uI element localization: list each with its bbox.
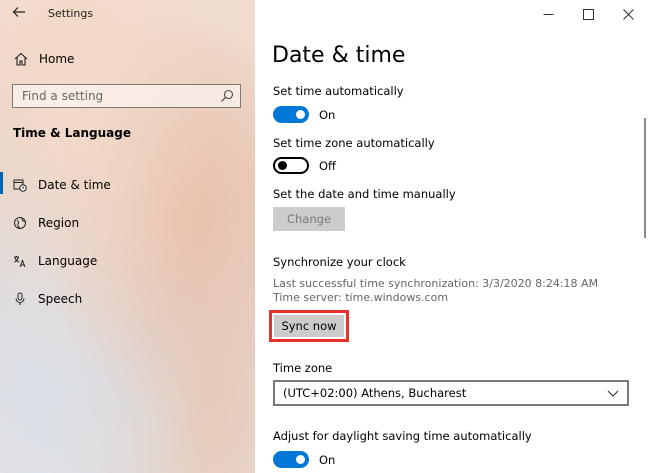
set-time-auto-label: Set time automatically (273, 84, 404, 98)
home-nav-item[interactable]: Home (13, 50, 74, 68)
search-input[interactable] (22, 89, 212, 103)
close-icon (622, 8, 634, 20)
sidebar: Settings Home Time & Language Date & tim… (0, 0, 255, 473)
dst-toggle[interactable] (273, 451, 309, 468)
back-arrow-icon[interactable] (10, 5, 28, 23)
timezone-select[interactable]: (UTC+02:00) Athens, Bucharest (273, 380, 629, 406)
set-timezone-auto-label: Set time zone automatically (273, 136, 435, 150)
app-title: Settings (48, 7, 94, 20)
timezone-label: Time zone (273, 361, 333, 375)
set-timezone-auto-toggle[interactable] (273, 157, 309, 174)
sidebar-nav: Date & time Region Language Speech (0, 166, 255, 318)
home-label: Home (39, 52, 75, 66)
window-controls (528, 0, 648, 28)
toggle-state-text: Off (319, 158, 336, 173)
toggle-state-text: On (319, 452, 336, 467)
time-server-text: Time server: time.windows.com (273, 291, 449, 304)
page-title: Date & time (272, 43, 406, 68)
sidebar-item-label: Language (38, 254, 98, 268)
manual-label: Set the date and time manually (273, 187, 456, 201)
vertical-scrollbar[interactable] (644, 118, 646, 238)
sidebar-item-date-time[interactable]: Date & time (0, 166, 255, 204)
main-content: Date & time Set time automatically On Se… (255, 0, 648, 473)
sidebar-item-speech[interactable]: Speech (0, 280, 255, 318)
change-button[interactable]: Change (273, 207, 345, 231)
maximize-button[interactable] (568, 0, 608, 28)
timezone-value: (UTC+02:00) Athens, Bucharest (283, 386, 467, 400)
minimize-button[interactable] (528, 0, 568, 28)
search-box[interactable] (12, 84, 241, 108)
globe-icon (13, 216, 27, 230)
sync-now-highlight: Sync now (269, 310, 349, 342)
titlebar-left: Settings (0, 0, 255, 28)
close-button[interactable] (608, 0, 648, 28)
minimize-icon (543, 13, 553, 15)
sync-now-button[interactable]: Sync now (274, 315, 344, 337)
section-title: Time & Language (13, 126, 132, 140)
set-time-auto-toggle-row[interactable]: On (273, 106, 335, 123)
sidebar-item-label: Region (38, 216, 80, 230)
language-icon (13, 254, 27, 268)
set-time-auto-toggle[interactable] (273, 106, 309, 123)
sidebar-item-label: Speech (38, 292, 83, 306)
microphone-icon (13, 292, 27, 306)
home-icon (13, 51, 29, 67)
maximize-icon (582, 8, 594, 20)
set-timezone-auto-toggle-row[interactable]: Off (273, 157, 336, 174)
last-sync-text: Last successful time synchronization: 3/… (273, 277, 599, 290)
sync-heading: Synchronize your clock (273, 255, 406, 269)
sidebar-item-language[interactable]: Language (0, 242, 255, 280)
calendar-clock-icon (13, 178, 27, 192)
search-icon[interactable] (220, 89, 234, 103)
chevron-down-icon (607, 387, 619, 399)
dst-label: Adjust for daylight saving time automati… (273, 429, 532, 443)
toggle-state-text: On (319, 107, 336, 122)
dst-toggle-row[interactable]: On (273, 451, 335, 468)
sidebar-item-label: Date & time (38, 178, 111, 192)
sidebar-item-region[interactable]: Region (0, 204, 255, 242)
